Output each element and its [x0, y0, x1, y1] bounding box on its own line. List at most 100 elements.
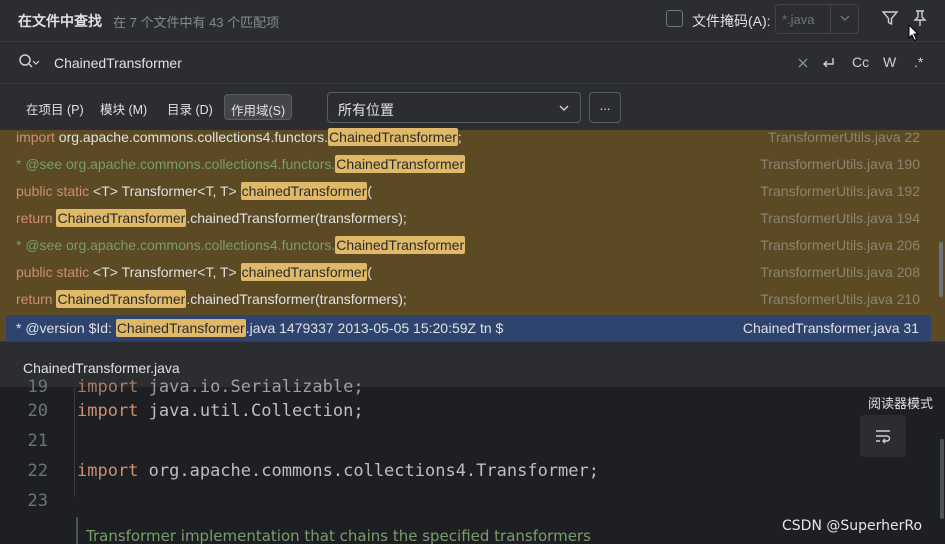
result-code: return ChainedTransformer.chainedTransfo… — [16, 290, 407, 308]
match-highlight: ChainedTransformer — [328, 128, 458, 146]
result-code: * @see org.apache.commons.collections4.f… — [16, 236, 466, 254]
code-fragment: public static — [16, 183, 94, 199]
result-code: import org.apache.commons.collections4.f… — [16, 128, 462, 146]
code-fragment: .chainedTransformer(transformers); — [186, 291, 407, 307]
code-fragment: ( — [367, 264, 373, 280]
tab-module[interactable]: 模块 (M) — [94, 94, 153, 120]
file-mask-separator — [830, 5, 831, 33]
code-fragment: return — [16, 291, 57, 307]
match-highlight: ChainedTransformer — [115, 319, 246, 337]
code-fragment: org.apache.commons.collections4.functors… — [66, 237, 336, 253]
code-line: import org.apache.commons.collections4.T… — [77, 461, 599, 481]
code-fragment: org.apache.commons.collections4.functors… — [66, 156, 336, 172]
location-select-value: 所有位置 — [338, 102, 394, 118]
code-keyword: import — [77, 401, 149, 421]
result-location: TransformerUtils.java 190 — [760, 156, 920, 172]
reader-mode-icon — [876, 430, 891, 444]
code-fragment: * @see — [16, 156, 67, 172]
location-select[interactable]: 所有位置 — [327, 92, 581, 123]
match-highlight: ChainedTransformer — [335, 155, 466, 173]
line-number: 23 — [27, 491, 48, 511]
line-number: 19 — [27, 377, 48, 397]
file-mask-label: 文件掩码(A): — [692, 13, 771, 29]
result-row[interactable]: public static <T> Transformer<T, T> chai… — [0, 259, 940, 286]
code-fragment: <T> Transformer<T, T> — [93, 183, 241, 199]
code-keyword: import — [77, 461, 149, 481]
result-code: * @version $Id: ChainedTransformer.java … — [16, 319, 504, 337]
chevron-down-icon[interactable] — [838, 11, 852, 25]
code-line: import java.util.Collection; — [77, 401, 364, 421]
search-input[interactable]: ChainedTransformer — [54, 55, 182, 71]
code-fragment: * @version $Id: — [16, 320, 116, 336]
result-location: TransformerUtils.java 22 — [768, 129, 920, 145]
code-fragment: public static — [16, 264, 94, 280]
result-row[interactable]: * @see org.apache.commons.collections4.f… — [0, 232, 940, 259]
code-text: org.apache.commons.collections4.Transfor… — [148, 461, 599, 481]
code-preview[interactable]: 19 import java.io.Serializable; 20 import… — [0, 377, 945, 544]
code-fragment: ( — [367, 183, 373, 199]
file-mask-checkbox[interactable] — [666, 10, 683, 27]
new-line-icon[interactable] — [820, 55, 836, 71]
code-fragment: <T> Transformer<T, T> — [93, 264, 241, 280]
search-history-icon[interactable] — [18, 53, 40, 71]
line-number: 20 — [27, 401, 48, 421]
editor-scrollbar[interactable] — [940, 439, 944, 519]
file-mask-value: *.java — [782, 12, 815, 27]
indent-guide — [74, 387, 75, 497]
result-row[interactable]: * @version $Id: ChainedTransformer.java … — [6, 315, 931, 342]
result-row[interactable]: public static <T> Transformer<T, T> chai… — [0, 178, 940, 205]
result-location: TransformerUtils.java 194 — [760, 210, 920, 226]
chevron-down-icon — [559, 105, 569, 112]
line-number: 21 — [27, 431, 48, 451]
result-row[interactable]: import org.apache.commons.collections4.f… — [0, 124, 940, 151]
tab-in-project[interactable]: 在项目 (P) — [20, 94, 90, 120]
tab-scope[interactable]: 作用域(S) — [224, 94, 293, 120]
match-highlight: chainedTransformer — [240, 182, 368, 200]
mouse-cursor-icon — [908, 24, 920, 42]
result-row[interactable]: return ChainedTransformer.chainedTransfo… — [0, 205, 940, 232]
regex-button[interactable]: .* — [914, 54, 923, 70]
result-location: TransformerUtils.java 192 — [760, 183, 920, 199]
match-count-text: 在 7 个文件中有 43 个匹配项 — [113, 15, 280, 30]
more-options-button[interactable]: ... — [589, 92, 621, 123]
reader-mode-button[interactable] — [860, 415, 906, 457]
code-fragment: ; — [457, 129, 462, 145]
whole-words-button[interactable]: W — [883, 54, 896, 70]
dialog-title: 在文件中查找 — [18, 13, 102, 29]
code-fragment: import — [16, 129, 59, 145]
match-highlight: ChainedTransformer — [335, 236, 466, 254]
preview-file-name: ChainedTransformer.java — [23, 360, 180, 376]
result-code: public static <T> Transformer<T, T> chai… — [16, 263, 373, 281]
line-number: 22 — [27, 461, 48, 481]
result-location: ChainedTransformer.java 31 — [742, 320, 919, 336]
code-fragment: org.apache.commons.collections4.functors… — [58, 129, 329, 145]
doc-comment: Transformer implementation that chains t… — [86, 527, 591, 544]
file-mask-dropdown[interactable]: *.java — [775, 4, 859, 34]
result-location: TransformerUtils.java 206 — [760, 237, 920, 253]
result-location: TransformerUtils.java 210 — [760, 291, 920, 307]
tab-directory[interactable]: 目录 (D) — [161, 94, 219, 120]
code-fragment: .java 1479337 2013-05-05 15:20:59Z tn $ — [245, 320, 504, 336]
match-case-button[interactable]: Cc — [852, 54, 869, 70]
match-highlight: ChainedTransformer — [56, 290, 187, 308]
result-code: public static <T> Transformer<T, T> chai… — [16, 182, 373, 200]
match-highlight: chainedTransformer — [240, 263, 368, 281]
clear-search-icon[interactable] — [797, 57, 809, 69]
watermark: CSDN @SuperherRo — [782, 518, 923, 534]
reader-mode-label: 阅读器模式 — [868, 397, 934, 412]
code-fragment: .chainedTransformer(transformers); — [186, 210, 407, 226]
filter-icon[interactable] — [880, 8, 900, 28]
find-in-files-header: 在文件中查找 在 7 个文件中有 43 个匹配项 文件掩码(A): *.java — [0, 0, 945, 42]
result-code: * @see org.apache.commons.collections4.f… — [16, 155, 466, 173]
doc-comment-bar — [76, 517, 78, 544]
results-list: import org.apache.commons.collections4.f… — [0, 128, 945, 342]
code-text: java.util.Collection; — [148, 401, 364, 421]
result-code: return ChainedTransformer.chainedTransfo… — [16, 209, 407, 227]
code-fragment: return — [16, 210, 57, 226]
match-highlight: ChainedTransformer — [56, 209, 187, 227]
result-row[interactable]: * @see org.apache.commons.collections4.f… — [0, 151, 940, 178]
code-fragment: * @see — [16, 237, 67, 253]
result-row[interactable]: return ChainedTransformer.chainedTransfo… — [0, 286, 940, 313]
result-location: TransformerUtils.java 208 — [760, 264, 920, 280]
search-bar: ChainedTransformer Cc W .* — [0, 42, 945, 84]
